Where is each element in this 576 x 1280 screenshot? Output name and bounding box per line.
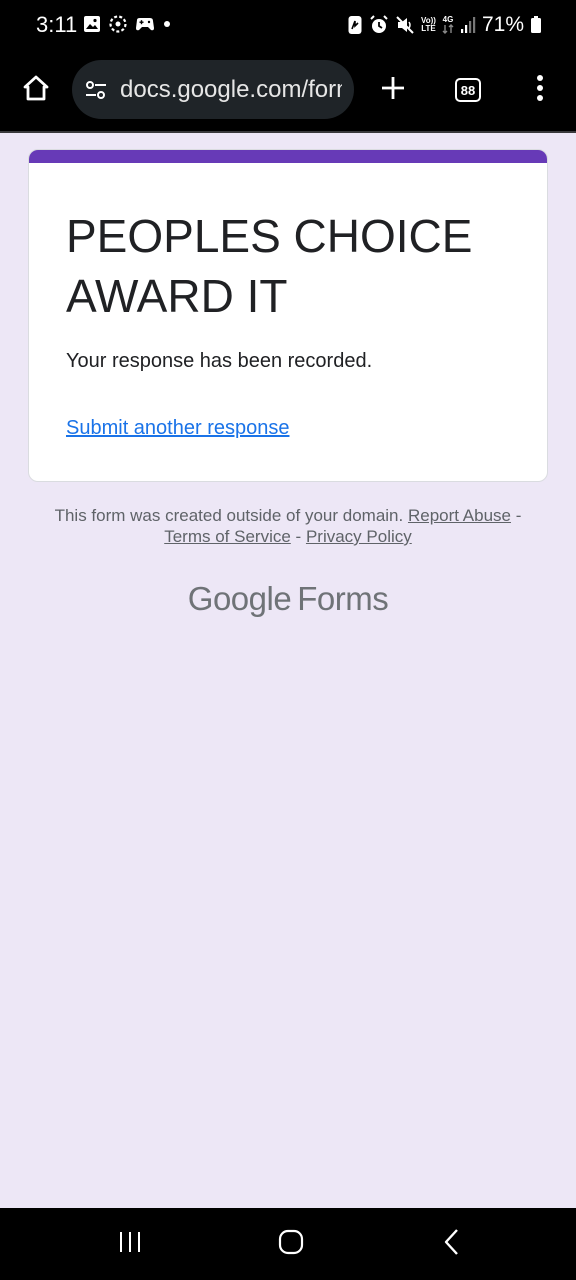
status-time: 3:11 bbox=[36, 12, 78, 37]
plus-icon bbox=[379, 74, 407, 107]
alarm-icon bbox=[369, 14, 389, 36]
browser-toolbar: docs.google.com/forms 88 bbox=[0, 50, 576, 133]
new-tab-button[interactable] bbox=[369, 66, 417, 114]
battery-icon bbox=[530, 15, 542, 35]
home-button[interactable] bbox=[12, 66, 60, 114]
recents-icon bbox=[117, 1230, 143, 1259]
dot-icon bbox=[162, 14, 172, 34]
mute-icon bbox=[395, 14, 415, 36]
footer-note: This form was created outside of your do… bbox=[48, 505, 528, 547]
terms-link[interactable]: Terms of Service bbox=[164, 527, 291, 546]
form-card: PEOPLES CHOICE AWARD IT Your response ha… bbox=[28, 149, 548, 482]
signal-icon bbox=[460, 15, 476, 35]
network-type: 4G bbox=[442, 16, 454, 34]
footer-separator: - bbox=[295, 527, 302, 546]
image-icon bbox=[82, 14, 102, 34]
more-vert-icon bbox=[535, 73, 545, 108]
google-forms-logo[interactable]: Google Forms bbox=[0, 577, 576, 621]
brand-google: Google bbox=[187, 580, 292, 617]
tune-icon[interactable] bbox=[84, 78, 108, 102]
report-abuse-link[interactable]: Report Abuse bbox=[408, 506, 511, 525]
back-icon bbox=[442, 1228, 462, 1261]
url-bar[interactable]: docs.google.com/forms bbox=[72, 60, 354, 119]
tabs-icon: 88 bbox=[455, 78, 481, 102]
tab-switcher-button[interactable]: 88 bbox=[444, 66, 492, 114]
nfc-icon bbox=[347, 14, 363, 36]
confirmation-message: Your response has been recorded. bbox=[66, 350, 373, 372]
network-lte: LTE bbox=[421, 24, 436, 33]
network-type-label: 4G bbox=[442, 15, 454, 24]
home-circle-icon bbox=[278, 1229, 304, 1260]
status-bar: 3:11 Vo)) LTE 4G 71% bbox=[0, 0, 576, 50]
form-title: PEOPLES CHOICE AWARD IT bbox=[66, 210, 473, 322]
loading-icon bbox=[108, 14, 128, 34]
home-nav-button[interactable] bbox=[267, 1224, 315, 1264]
more-options-button[interactable] bbox=[516, 66, 564, 114]
status-right-icons: Vo)) LTE 4G 71% bbox=[347, 12, 542, 38]
back-button[interactable] bbox=[428, 1224, 476, 1264]
footer-separator: - bbox=[515, 506, 522, 525]
home-icon bbox=[21, 73, 51, 108]
navigation-bar bbox=[0, 1208, 576, 1280]
url-text[interactable]: docs.google.com/forms bbox=[120, 76, 342, 104]
footer-domain-text: This form was created outside of your do… bbox=[54, 506, 404, 525]
privacy-link[interactable]: Privacy Policy bbox=[306, 527, 412, 546]
submit-another-link[interactable]: Submit another response bbox=[66, 415, 289, 441]
battery-percent: 71% bbox=[481, 13, 524, 36]
brand-forms: Forms bbox=[297, 580, 389, 617]
card-accent-bar bbox=[29, 150, 547, 163]
recents-button[interactable] bbox=[106, 1224, 154, 1264]
network-label: Vo)) LTE bbox=[421, 17, 436, 33]
status-left-icons bbox=[82, 14, 172, 34]
game-controller-icon bbox=[134, 14, 156, 34]
